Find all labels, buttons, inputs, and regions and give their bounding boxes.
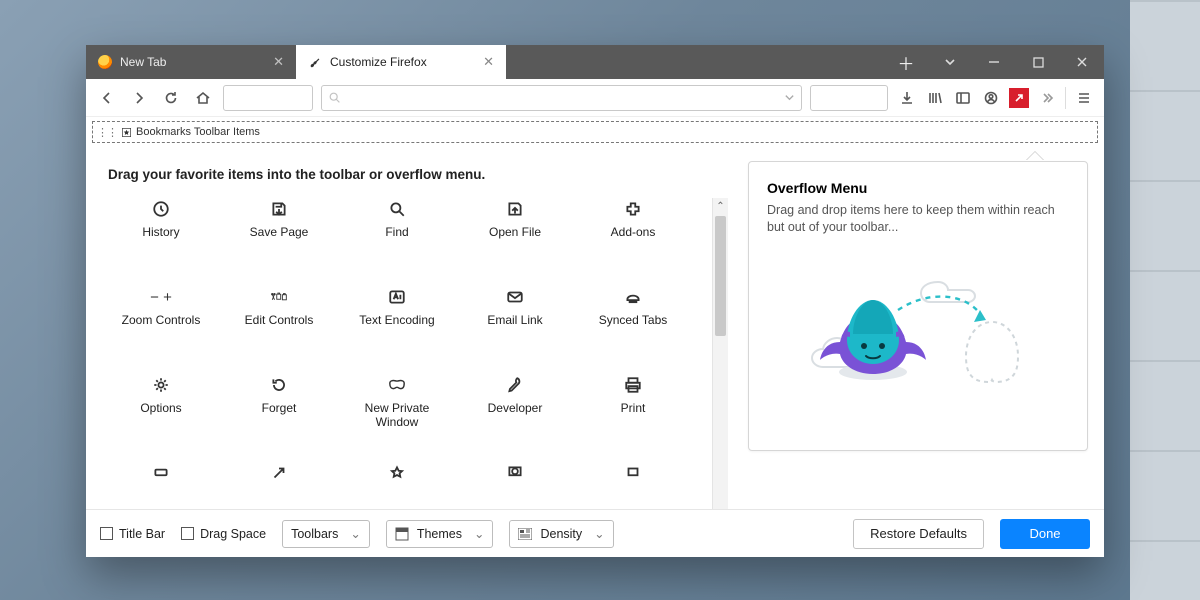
item-peek[interactable] — [460, 462, 570, 509]
density-dropdown[interactable]: Density ⌄ — [509, 520, 613, 548]
edit-controls-icon — [270, 286, 288, 308]
item-zoom-controls[interactable]: − + Zoom Controls — [106, 286, 216, 360]
firefox-favicon — [98, 55, 112, 69]
dragspace-checkbox[interactable]: Drag Space — [181, 527, 266, 541]
nav-toolbar — [86, 79, 1104, 117]
open-file-icon — [506, 198, 524, 220]
overflow-menu-panel[interactable]: Overflow Menu Drag and drop items here t… — [748, 161, 1088, 503]
customize-items-grid: History Save Page Find Open File — [106, 198, 708, 509]
toolbar-drop-slot[interactable] — [810, 85, 888, 111]
extension-button[interactable] — [1005, 83, 1033, 113]
item-open-file[interactable]: Open File — [460, 198, 570, 272]
private-window-icon — [388, 374, 406, 396]
chevron-down-icon: ⌄ — [594, 526, 604, 541]
overflow-title: Overflow Menu — [767, 180, 1069, 196]
tab-label: New Tab — [120, 55, 166, 69]
item-history[interactable]: History — [106, 198, 216, 272]
tab-customize-firefox[interactable]: Customize Firefox ✕ — [296, 45, 506, 79]
tab-strip: New Tab ✕ Customize Firefox ✕ ＋ — [86, 45, 1104, 79]
firefox-window: New Tab ✕ Customize Firefox ✕ ＋ — [86, 45, 1104, 557]
overflow-desc: Drag and drop items here to keep them wi… — [767, 202, 1069, 236]
addons-icon — [624, 198, 642, 220]
drag-handle-icon: ⋮⋮ — [97, 126, 117, 139]
item-text-encoding[interactable]: Text Encoding — [342, 286, 452, 360]
tab-label: Customize Firefox — [330, 55, 427, 69]
item-peek[interactable] — [224, 462, 334, 509]
hamburger-menu-button[interactable] — [1070, 83, 1098, 113]
close-icon[interactable]: ✕ — [483, 54, 494, 70]
bookmarks-toolbar-dropzone[interactable]: ⋮⋮ Bookmarks Toolbar Items — [92, 121, 1098, 143]
window-close-button[interactable] — [1060, 45, 1104, 79]
search-address-bar[interactable] — [321, 85, 802, 111]
forward-button[interactable] — [124, 83, 154, 113]
history-icon — [152, 198, 170, 220]
instruction-text: Drag your favorite items into the toolba… — [108, 167, 728, 182]
library-button[interactable] — [921, 83, 949, 113]
reload-button[interactable] — [156, 83, 186, 113]
overflow-button[interactable] — [1033, 83, 1061, 113]
chevron-down-icon: ⌄ — [474, 526, 484, 541]
forget-icon — [270, 374, 288, 396]
bookmarks-toolbar-label: Bookmarks Toolbar Items — [136, 126, 260, 138]
done-button[interactable]: Done — [1000, 519, 1090, 549]
item-find[interactable]: Find — [342, 198, 452, 272]
titlebar-checkbox[interactable]: Title Bar — [100, 527, 165, 541]
tab-new-tab[interactable]: New Tab ✕ — [86, 45, 296, 79]
developer-icon — [506, 374, 524, 396]
item-synced-tabs[interactable]: Synced Tabs — [578, 286, 688, 360]
item-print[interactable]: Print — [578, 374, 688, 448]
options-icon — [152, 374, 170, 396]
overflow-illustration — [767, 262, 1069, 402]
search-icon — [328, 91, 341, 104]
sidebar-button[interactable] — [949, 83, 977, 113]
synced-tabs-icon — [624, 286, 642, 308]
item-addons[interactable]: Add-ons — [578, 198, 688, 272]
brush-icon — [308, 55, 322, 69]
save-page-icon — [270, 198, 288, 220]
item-developer[interactable]: Developer — [460, 374, 570, 448]
back-button[interactable] — [92, 83, 122, 113]
customize-footer: Title Bar Drag Space Toolbars ⌄ Themes ⌄… — [86, 509, 1104, 557]
item-forget[interactable]: Forget — [224, 374, 334, 448]
themes-icon — [395, 527, 409, 541]
window-maximize-button[interactable] — [1016, 45, 1060, 79]
item-email-link[interactable]: Email Link — [460, 286, 570, 360]
item-peek[interactable] — [106, 462, 216, 509]
density-icon — [518, 527, 532, 541]
star-icon — [121, 127, 132, 138]
toolbars-dropdown[interactable]: Toolbars ⌄ — [282, 520, 370, 548]
tabs-dropdown-button[interactable] — [928, 45, 972, 79]
chevron-down-icon: ⌄ — [350, 526, 360, 541]
home-button[interactable] — [188, 83, 218, 113]
find-icon — [388, 198, 406, 220]
toolbar-drop-slot[interactable] — [223, 85, 313, 111]
item-peek[interactable] — [578, 462, 688, 509]
account-button[interactable] — [977, 83, 1005, 113]
item-private-window[interactable]: New Private Window — [342, 374, 452, 448]
print-icon — [624, 374, 642, 396]
scroll-thumb[interactable] — [715, 216, 726, 336]
restore-defaults-button[interactable]: Restore Defaults — [853, 519, 984, 549]
downloads-button[interactable] — [893, 83, 921, 113]
window-minimize-button[interactable] — [972, 45, 1016, 79]
themes-dropdown[interactable]: Themes ⌄ — [386, 520, 494, 548]
text-encoding-icon — [388, 286, 406, 308]
item-save-page[interactable]: Save Page — [224, 198, 334, 272]
scroll-up-button[interactable]: ⌃ — [713, 198, 728, 214]
chevron-down-icon[interactable] — [784, 92, 795, 103]
item-options[interactable]: Options — [106, 374, 216, 448]
email-link-icon — [506, 286, 524, 308]
item-peek[interactable] — [342, 462, 452, 509]
item-edit-controls[interactable]: Edit Controls — [224, 286, 334, 360]
vertical-scrollbar[interactable]: ⌃ ⌄ — [712, 198, 728, 509]
new-tab-button[interactable]: ＋ — [884, 45, 928, 79]
zoom-controls-icon: − + — [150, 286, 172, 308]
close-icon[interactable]: ✕ — [273, 54, 284, 70]
